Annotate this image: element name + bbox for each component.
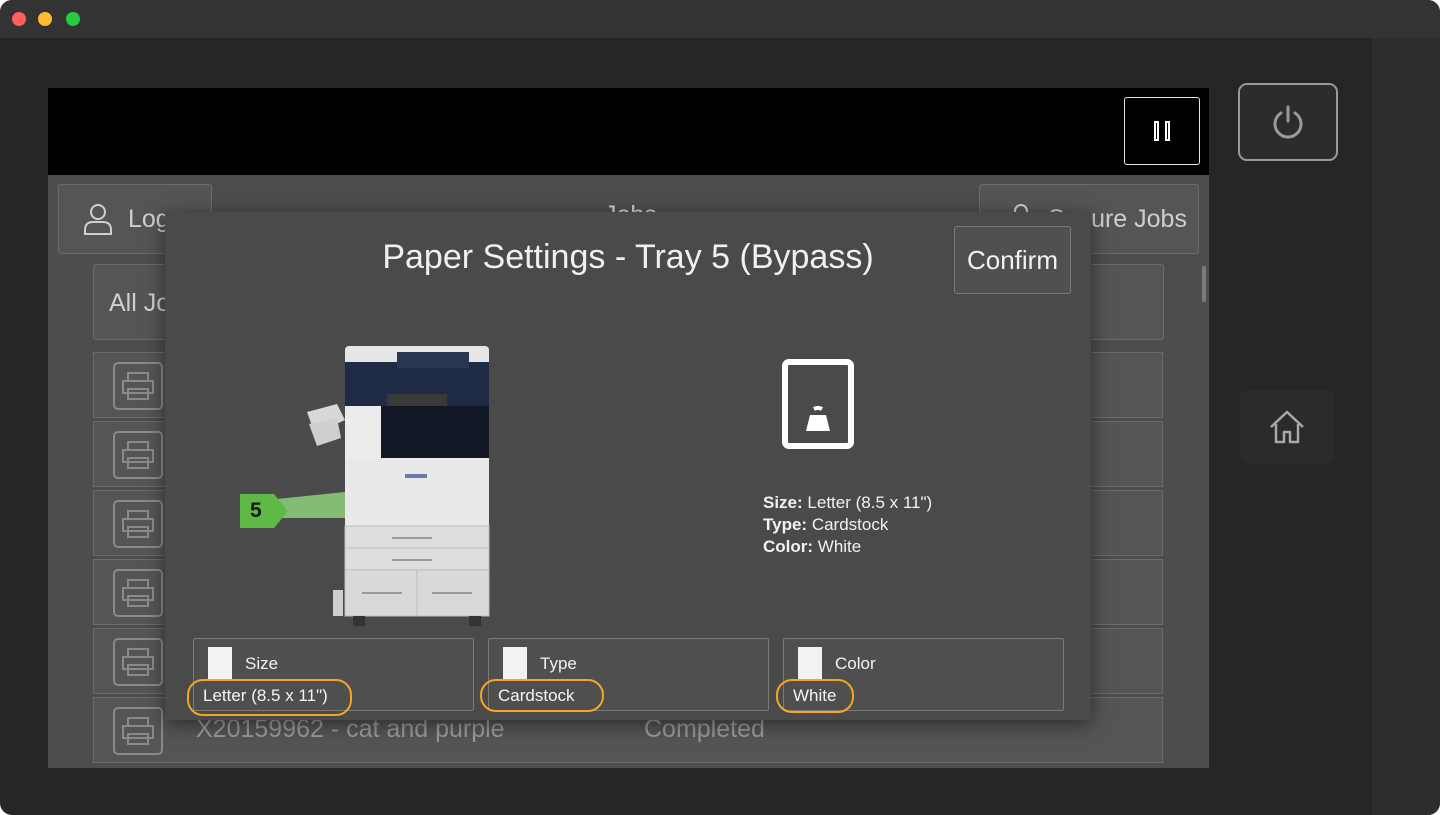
paper-info: Size: Letter (8.5 x 11") Type: Cardstock… (763, 492, 932, 558)
all-jobs-label: All Jo (109, 289, 171, 317)
power-button[interactable] (1238, 83, 1338, 161)
size-info-value: Letter (8.5 x 11") (807, 493, 933, 512)
printer-icon (113, 362, 163, 410)
printer-icon (113, 431, 163, 479)
paper-swatch-icon (798, 647, 822, 679)
color-info-label: Color: (763, 537, 814, 556)
close-window-button[interactable] (12, 12, 26, 26)
app-window: Log Jobs Secure Jobs All Jo (0, 0, 1440, 815)
scrollbar[interactable] (1202, 266, 1206, 302)
color-setting-label: Color (835, 654, 876, 673)
size-info-label: Size: (763, 493, 803, 512)
color-value-highlight (776, 679, 854, 713)
pause-icon (1151, 121, 1173, 141)
paper-swatch-icon (503, 647, 527, 679)
type-info-label: Type: (763, 515, 808, 534)
zoom-window-button[interactable] (66, 12, 80, 26)
type-info-value: Cardstock (811, 515, 889, 534)
type-setting-label: Type (540, 654, 577, 673)
login-label: Log (128, 205, 170, 233)
type-value-highlight (480, 679, 604, 712)
pause-button[interactable] (1124, 97, 1200, 165)
home-icon (1270, 410, 1304, 444)
minimize-window-button[interactable] (38, 12, 52, 26)
printer-icon (113, 500, 163, 548)
tray-number-tag (240, 494, 288, 528)
home-button[interactable] (1240, 390, 1334, 464)
user-icon (84, 204, 112, 235)
paper-settings-dialog: Paper Settings - Tray 5 (Bypass) Confirm (165, 212, 1091, 720)
printer-icon (113, 569, 163, 617)
printer-icon (113, 707, 163, 755)
status-bar (48, 88, 1209, 175)
dialog-title: Paper Settings - Tray 5 (Bypass) (382, 238, 874, 276)
paper-lock-icon (782, 359, 854, 449)
printer-icon (113, 638, 163, 686)
confirm-button[interactable]: Confirm (954, 226, 1071, 294)
side-panel (1372, 38, 1440, 815)
tray-number: 5 (250, 499, 262, 522)
power-icon (1273, 105, 1303, 139)
title-bar (0, 0, 1440, 38)
size-value-highlight (187, 679, 352, 716)
paper-swatch-icon (208, 647, 232, 679)
color-info-value: White (817, 537, 862, 556)
printer-illustration (267, 346, 490, 626)
size-setting-label: Size (245, 654, 279, 673)
